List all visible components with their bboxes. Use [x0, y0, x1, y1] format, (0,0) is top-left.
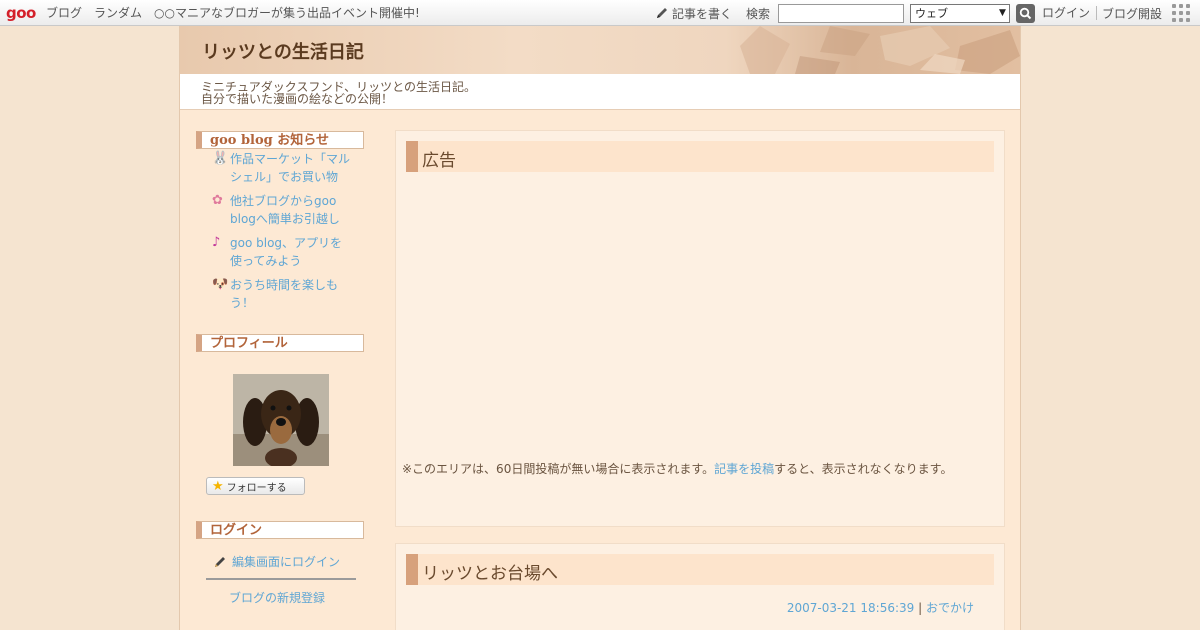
post-article-link[interactable]: 記事を投稿 [714, 462, 774, 476]
star-icon: ★ [212, 478, 224, 494]
search-icon [1019, 7, 1032, 19]
divider [206, 578, 356, 580]
open-blog-link[interactable]: ブログ開設 [1102, 5, 1162, 22]
notice-link[interactable]: 作品マーケット「マルシェル」でお買い物 [230, 150, 354, 186]
sidebar-heading-label: ログイン [210, 523, 263, 538]
ad-note: ※このエリアは、60日間投稿が無い場合に表示されます。記事を投稿すると、表示され… [402, 460, 952, 477]
flower-icon: ✿ [212, 193, 223, 208]
ad-note-prefix: ※このエリアは、60日間投稿が無い場合に表示されます。 [402, 462, 715, 476]
apps-grid-icon[interactable] [1172, 4, 1190, 22]
sidebar-heading-notice: goo blog お知らせ [196, 131, 364, 149]
dog-icon: 🐶 [212, 277, 229, 292]
edit-login-link[interactable]: 編集画面にログイン [232, 553, 340, 570]
search-scope-value: ウェブ [914, 6, 948, 20]
sidebar-heading-label: プロフィール [210, 336, 288, 351]
post-panel: リッツとお台場へ 2007-03-21 18:56:39 | おでかけ [395, 543, 1005, 630]
post-datetime-link[interactable]: 2007-03-21 18:56:39 [787, 601, 914, 615]
ad-panel: 広告 ※このエリアは、60日間投稿が無い場合に表示されます。記事を投稿すると、表… [395, 130, 1005, 527]
sidebar: goo blog お知らせ 🐰 作品マーケット「マルシェル」でお買い物 ✿ 他社… [196, 131, 366, 606]
profile-photo[interactable] [233, 374, 329, 466]
post-title[interactable]: リッツとお台場へ [422, 559, 558, 584]
pen-icon [656, 8, 667, 18]
list-item: ♪ goo blog、アプリを使ってみよう [196, 234, 366, 270]
notice-list: 🐰 作品マーケット「マルシェル」でお買い物 ✿ 他社ブログからgoo blogへ… [196, 150, 366, 312]
ad-note-suffix: すると、表示されなくなります。 [774, 462, 953, 476]
list-item: 🐶 おうち時間を楽しもう！ [196, 276, 366, 312]
music-note-icon: ♪ [212, 235, 221, 250]
toolbar-link-event[interactable]: ○○マニアなブロガーが集う出品イベント開催中! [154, 4, 420, 21]
follow-label: フォローする [226, 482, 287, 494]
global-toolbar: goo ブログ ランダム ○○マニアなブロガーが集う出品イベント開催中! 記事を… [0, 0, 1200, 26]
blog-container: リッツとの生活日記 ミニチュアダックスフンド、リッツとの生活日記。 自分で描いた… [179, 26, 1021, 630]
header-texture [740, 26, 1020, 74]
description-line-2: 自分で描いた漫画の絵などの公開！ [201, 92, 394, 106]
toolbar-right: 記事を書く 検索 ウェブ ▼ ログイン ブログ開設 [655, 0, 1200, 26]
search-scope-select[interactable]: ウェブ ▼ [909, 3, 1010, 23]
blog-header: リッツとの生活日記 [180, 26, 1020, 74]
register-blog-link[interactable]: ブログの新規登録 [229, 589, 366, 606]
chevron-down-icon: ▼ [999, 7, 1006, 18]
dachshund-photo [233, 374, 329, 466]
follow-button[interactable]: ★ フォローする [206, 477, 305, 495]
search-label: 検索 [745, 6, 770, 21]
notice-link[interactable]: おうち時間を楽しもう！ [230, 276, 354, 312]
goo-logo[interactable]: goo [6, 4, 40, 22]
blog-description: ミニチュアダックスフンド、リッツとの生活日記。 自分で描いた漫画の絵などの公開！ [180, 74, 1020, 110]
post-meta: 2007-03-21 18:56:39 | おでかけ [787, 599, 974, 616]
ad-heading-bar: 広告 [406, 141, 994, 172]
notice-link[interactable]: goo blog、アプリを使ってみよう [230, 234, 354, 270]
ad-heading: 広告 [422, 151, 456, 171]
sidebar-heading-profile: プロフィール [196, 334, 364, 352]
search-button[interactable] [1015, 3, 1035, 23]
toolbar-link-random[interactable]: ランダム [94, 4, 142, 21]
post-heading-bar: リッツとお台場へ [406, 554, 994, 585]
write-article-link[interactable]: 記事を書く [672, 5, 732, 22]
pencil-icon [215, 556, 225, 567]
list-item: 🐰 作品マーケット「マルシェル」でお買い物 [196, 150, 366, 186]
post-category-link[interactable]: おでかけ [926, 601, 974, 615]
login-link[interactable]: ログイン [1042, 6, 1097, 20]
description-line-1: ミニチュアダックスフンド、リッツとの生活日記。 [201, 80, 477, 94]
toolbar-link-blog[interactable]: ブログ [46, 4, 82, 21]
sidebar-heading-login: ログイン [196, 521, 364, 539]
search-input[interactable] [777, 3, 904, 23]
meta-separator: | [918, 601, 923, 615]
rabbit-icon: 🐰 [212, 151, 229, 166]
list-item: ✿ 他社ブログからgoo blogへ簡単お引越し [196, 192, 366, 228]
notice-link[interactable]: 他社ブログからgoo blogへ簡単お引越し [230, 192, 354, 228]
sidebar-heading-label: goo blog お知らせ [210, 133, 330, 148]
blog-title[interactable]: リッツとの生活日記 [202, 38, 364, 64]
edit-login-row: 編集画面にログイン [213, 553, 366, 570]
